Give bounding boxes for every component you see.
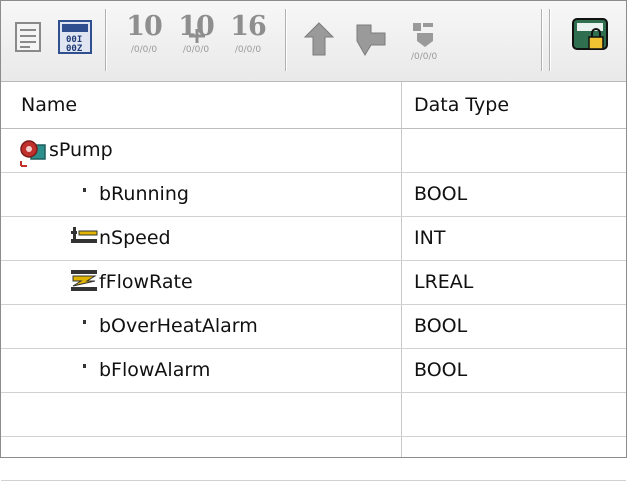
lock-button[interactable] [569,11,613,67]
lock-icon [572,18,608,50]
display-hex-button[interactable]: 16 /0/0/0 [225,11,271,67]
column-header-name[interactable]: Name [21,82,77,128]
fill-values-icon: /0/0/0 [411,23,438,62]
toolbar: 00I 00Z 10 /0/0/0 10 /0/0/0 16 /0/0/0 /0… [1,1,626,82]
toolbar-separator [541,9,543,71]
bool-dot-icon [83,320,86,324]
column-header-data-type[interactable]: Data Type [414,82,509,128]
table-row[interactable]: sPump [1,129,626,173]
variable-type: LREAL [414,271,474,293]
variable-type: INT [414,227,446,249]
fill-values-button[interactable]: /0/0/0 [403,11,443,67]
variable-name: fFlowRate [99,271,193,293]
table-row[interactable] [1,393,626,437]
variable-table-panel: 00I 00Z 10 /0/0/0 10 /0/0/0 16 /0/0/0 /0… [0,0,627,481]
table-row[interactable]: bOverHeatAlarm BOOL [1,305,626,349]
binary-format-caption: /0/0/0 [182,45,210,55]
table-header: Name Data Type [1,82,626,129]
svg-text:/0/0/0: /0/0/0 [411,52,438,62]
move-up-button[interactable] [299,11,339,67]
display-decimal-button[interactable]: 10 /0/0/0 [121,11,167,67]
textual-view-icon [15,22,41,52]
bool-dot-icon [83,364,86,368]
variable-type: BOOL [414,315,468,337]
decimal-format-icon: 10 [126,11,163,42]
real-variable-icon [71,270,97,291]
tabular-view-button[interactable]: 00I 00Z [57,11,93,67]
table-row[interactable]: bFlowAlarm BOOL [1,349,626,393]
display-binary-button[interactable]: 10 /0/0/0 [173,11,219,67]
variable-name: bRunning [99,183,189,205]
table-row[interactable]: fFlowRate LREAL [1,261,626,305]
declaration-view-button[interactable] [13,11,43,67]
variable-name: sPump [49,139,113,161]
hex-format-caption: /0/0/0 [234,45,262,55]
int-variable-icon [71,227,98,243]
decimal-format-caption: /0/0/0 [130,45,158,55]
move-up-icon [303,22,335,56]
variable-name: bFlowAlarm [99,359,211,381]
variable-type: BOOL [414,359,468,381]
svg-text:00Z: 00Z [66,44,83,54]
bool-dot-icon [83,188,86,192]
variable-name: bOverHeatAlarm [99,315,258,337]
table-row[interactable] [1,437,626,481]
table-row[interactable]: nSpeed INT [1,217,626,261]
variable-name: nSpeed [99,227,171,249]
struct-icon [20,140,46,167]
toolbar-separator [549,9,551,71]
toolbar-separator [285,9,287,71]
table-row[interactable]: bRunning BOOL [1,173,626,217]
tabular-view-icon: 00I 00Z [58,20,92,54]
move-down-icon [356,24,386,56]
variable-type: BOOL [414,183,468,205]
move-down-button[interactable] [351,11,391,67]
hex-format-icon: 16 [230,11,267,42]
toolbar-separator [105,9,107,71]
cross-overlay-icon [189,29,205,43]
